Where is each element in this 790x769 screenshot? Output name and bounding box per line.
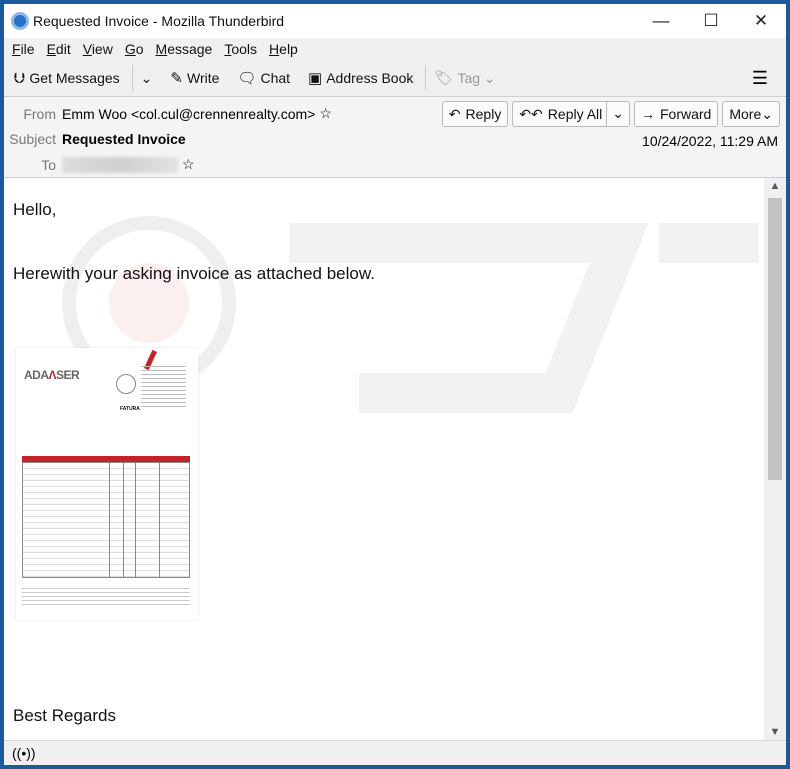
- vertical-scrollbar[interactable]: ▲ ▼: [764, 178, 786, 740]
- menu-view[interactable]: View: [83, 41, 113, 57]
- from-label: From: [23, 105, 56, 122]
- forward-label: Forward: [660, 106, 712, 122]
- menu-bar: File Edit View Go Message Tools Help: [4, 38, 786, 60]
- from-row: From Emm Woo <col.cul@crennenrealty.com>…: [4, 105, 332, 122]
- to-row: To ☆: [4, 156, 195, 173]
- chat-label: Chat: [260, 70, 291, 86]
- reply-all-label: Reply All: [547, 106, 603, 122]
- app-menu-icon[interactable]: ☰: [752, 68, 768, 89]
- minimize-button[interactable]: —: [636, 11, 686, 31]
- maximize-button[interactable]: ☐: [686, 11, 736, 31]
- invoice-table: [22, 462, 190, 578]
- star-icon[interactable]: ☆: [182, 156, 195, 173]
- menu-edit[interactable]: Edit: [47, 41, 71, 57]
- status-bar: ((•)): [4, 740, 786, 765]
- forward-icon: →: [641, 106, 655, 122]
- online-status-icon[interactable]: ((•)): [12, 745, 36, 761]
- divider: [425, 65, 427, 91]
- invoice-title: FATURA: [120, 406, 140, 412]
- reply-label: Reply: [465, 106, 502, 122]
- scroll-up-icon[interactable]: ▲: [764, 180, 786, 192]
- subject-label: Subject: [9, 131, 56, 147]
- invoice-address: [141, 366, 186, 410]
- menu-tools[interactable]: Tools: [224, 41, 257, 57]
- message-date: 10/24/2022, 11:29 AM: [642, 133, 778, 149]
- subject-value: Requested Invoice: [62, 131, 186, 147]
- from-value[interactable]: Emm Woo <col.cul@crennenrealty.com>: [62, 106, 315, 122]
- thunderbird-window: Requested Invoice - Mozilla Thunderbird …: [4, 4, 786, 765]
- reply-all-icon: ↶↶: [519, 105, 543, 122]
- title-bar: Requested Invoice - Mozilla Thunderbird …: [4, 4, 786, 38]
- more-label: More: [729, 106, 762, 122]
- menu-help[interactable]: Help: [269, 41, 298, 57]
- tag-icon: 🏷: [434, 70, 454, 87]
- menu-message[interactable]: Message: [156, 41, 213, 57]
- forward-button[interactable]: → Forward: [634, 101, 719, 127]
- address-book-label: Address Book: [326, 70, 414, 86]
- chevron-down-icon: ⌄: [483, 69, 496, 86]
- get-messages-label: Get Messages: [29, 70, 120, 86]
- menu-go[interactable]: Go: [125, 41, 144, 57]
- menu-file[interactable]: File: [12, 41, 35, 57]
- chevron-down-icon[interactable]: ⌄: [606, 102, 629, 126]
- window-title: Requested Invoice - Mozilla Thunderbird: [33, 13, 285, 29]
- divider: [131, 65, 133, 91]
- chevron-down-icon: ⌄: [140, 69, 153, 86]
- closing-text: Best Regards: [13, 706, 116, 725]
- invoice-seal: [116, 374, 136, 394]
- tag-label: Tag: [457, 70, 481, 86]
- main-toolbar: ⮋ Get Messages ⌄ ✎ Write 🗨 Chat ▣ Address Bo…: [4, 60, 786, 97]
- to-label: To: [41, 156, 56, 173]
- chat-icon: 🗨: [237, 70, 257, 87]
- write-button[interactable]: ✎ Write: [170, 69, 219, 87]
- message-header: From Emm Woo <col.cul@crennenrealty.com>…: [4, 97, 786, 178]
- chevron-down-icon: ⌄: [761, 105, 773, 122]
- close-button[interactable]: ✕: [736, 11, 786, 31]
- get-messages-dropdown[interactable]: ⌄: [141, 70, 153, 87]
- download-icon: ⮋: [14, 69, 26, 87]
- thunderbird-logo-icon: [11, 12, 29, 30]
- get-messages-button[interactable]: ⮋ Get Messages: [14, 70, 120, 87]
- redacted-recipient: [62, 156, 178, 173]
- scroll-down-icon[interactable]: ▼: [764, 726, 786, 738]
- address-book-icon: ▣: [308, 70, 323, 87]
- scrollbar-thumb[interactable]: [768, 198, 782, 480]
- reply-button[interactable]: ↶ Reply: [441, 101, 509, 127]
- chat-button[interactable]: 🗨 Chat: [237, 69, 290, 87]
- more-button[interactable]: More ⌄: [722, 101, 780, 127]
- body-text: Herewith your asking invoice as attached…: [13, 264, 375, 283]
- reply-icon: ↶: [448, 105, 461, 122]
- message-body: Hello, Herewith your asking invoice as a…: [4, 178, 764, 740]
- pencil-icon: ✎: [170, 70, 183, 87]
- invoice-image[interactable]: ADAɅSER FATURA: [16, 348, 198, 620]
- invoice-footer: [22, 588, 190, 608]
- address-book-button[interactable]: ▣ Address Book: [308, 69, 413, 87]
- reply-all-button[interactable]: ↶↶ Reply All ⌄: [512, 101, 630, 127]
- invoice-logo: ADAɅSER: [24, 368, 80, 382]
- subject-row: Subject Requested Invoice: [4, 131, 186, 147]
- greeting-text: Hello,: [13, 200, 57, 219]
- tag-button[interactable]: 🏷 Tag ⌄: [434, 69, 496, 88]
- write-label: Write: [186, 70, 220, 86]
- star-icon[interactable]: ☆: [319, 105, 332, 122]
